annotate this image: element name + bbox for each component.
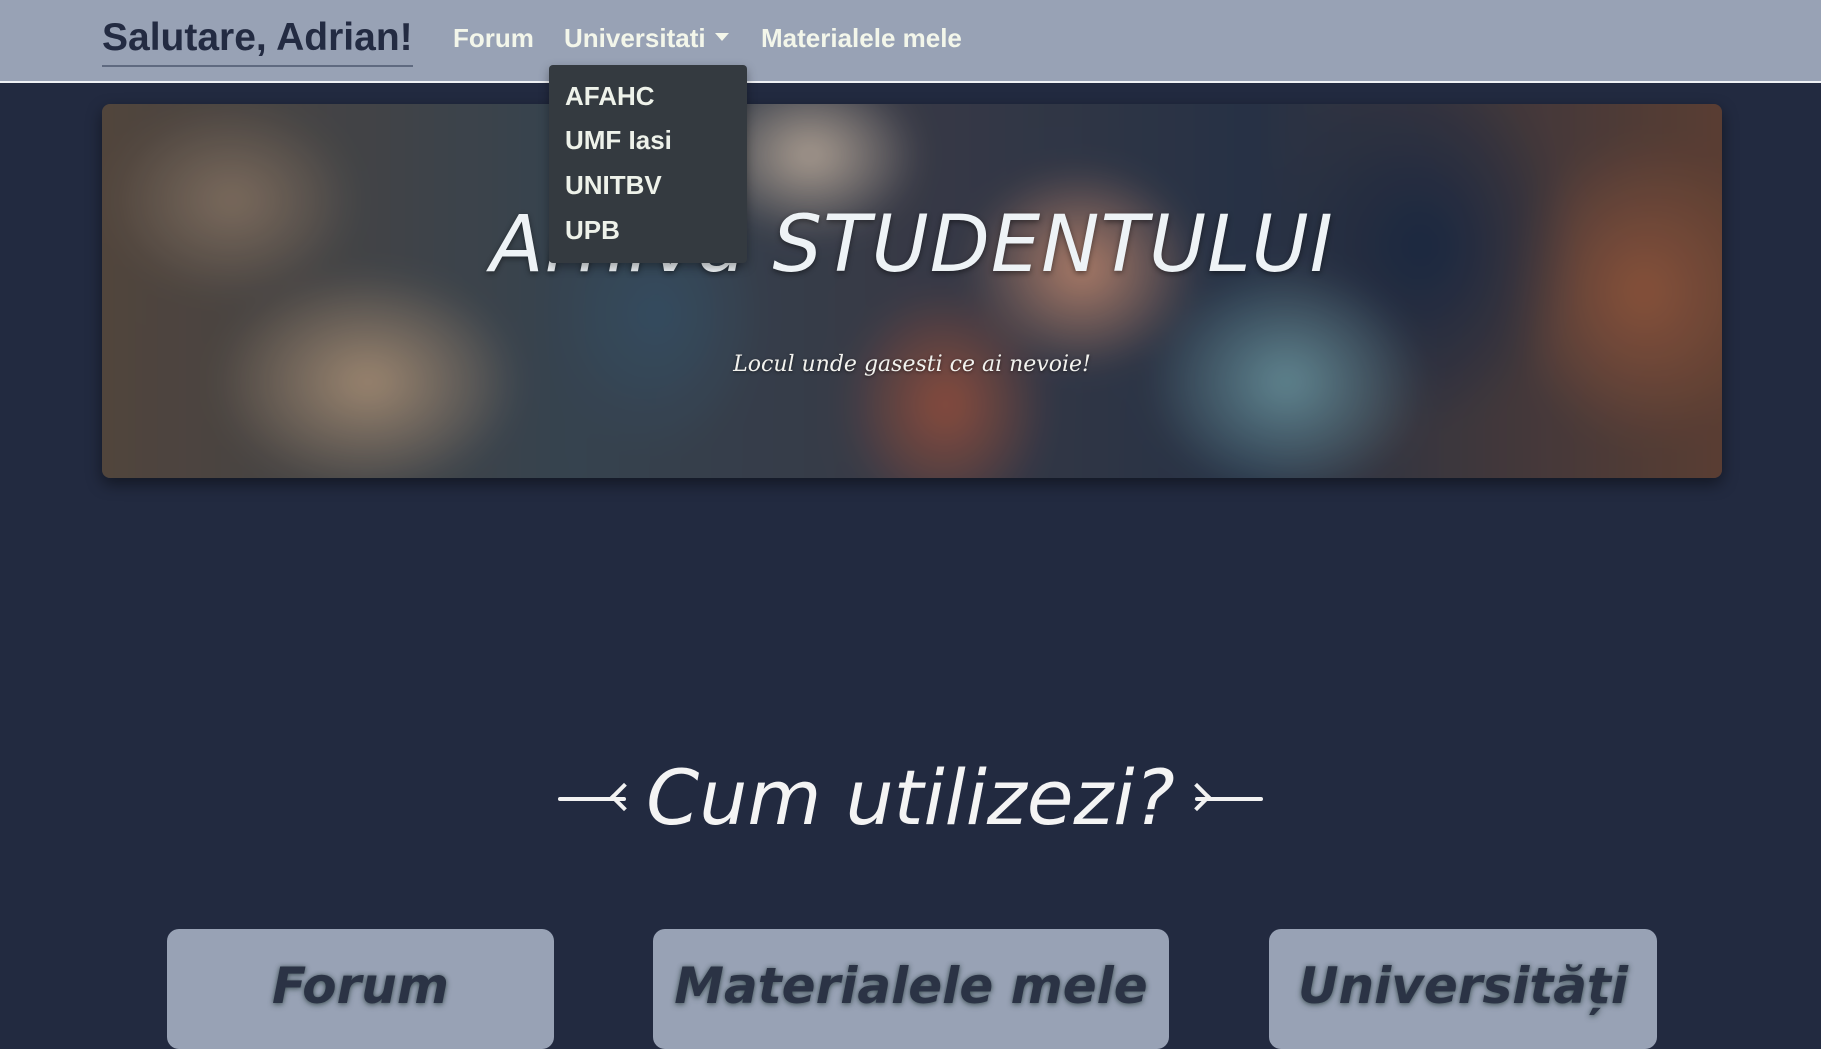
hero-banner: Arhiva STUDENTULUI Locul unde gasesti ce… <box>102 104 1722 478</box>
hero-title: Arhiva STUDENTULUI <box>490 200 1334 290</box>
dropdown-item-umf-iasi[interactable]: UMF Iasi <box>565 126 672 155</box>
section-title-text: Cum utilizezi? <box>646 753 1175 842</box>
dropdown-item-upb[interactable]: UPB <box>565 216 620 245</box>
card-materials-label: Materialele mele <box>674 957 1148 1015</box>
greeting-brand[interactable]: Salutare, Adrian! <box>102 17 413 67</box>
nav-link-materials[interactable]: Materialele mele <box>761 24 962 53</box>
arrow-right-decoration-icon <box>1183 783 1263 813</box>
section-heading: Cum utilizezi? <box>0 756 1821 840</box>
card-universities-label: Universități <box>1297 957 1629 1015</box>
hero-subtitle: Locul unde gasesti ce ai nevoie! <box>733 352 1091 377</box>
card-materials[interactable]: Materialele mele <box>653 929 1169 1049</box>
dropdown-item-unitbv[interactable]: UNITBV <box>565 171 662 200</box>
card-forum[interactable]: Forum <box>167 929 554 1049</box>
top-navbar: Salutare, Adrian! Forum Universitati Mat… <box>0 0 1821 83</box>
nav-universities-label: Universitati <box>564 23 706 53</box>
nav-link-forum[interactable]: Forum <box>453 24 534 53</box>
nav-dropdown-universities[interactable]: Universitati <box>564 24 729 53</box>
card-universities[interactable]: Universități <box>1269 929 1657 1049</box>
dropdown-item-afahc[interactable]: AFAHC <box>565 82 655 111</box>
card-forum-label: Forum <box>272 957 449 1015</box>
chevron-down-icon <box>714 33 729 42</box>
arrow-left-decoration-icon <box>558 783 638 813</box>
universities-dropdown-menu: AFAHC UMF Iasi UNITBV UPB <box>549 65 747 263</box>
